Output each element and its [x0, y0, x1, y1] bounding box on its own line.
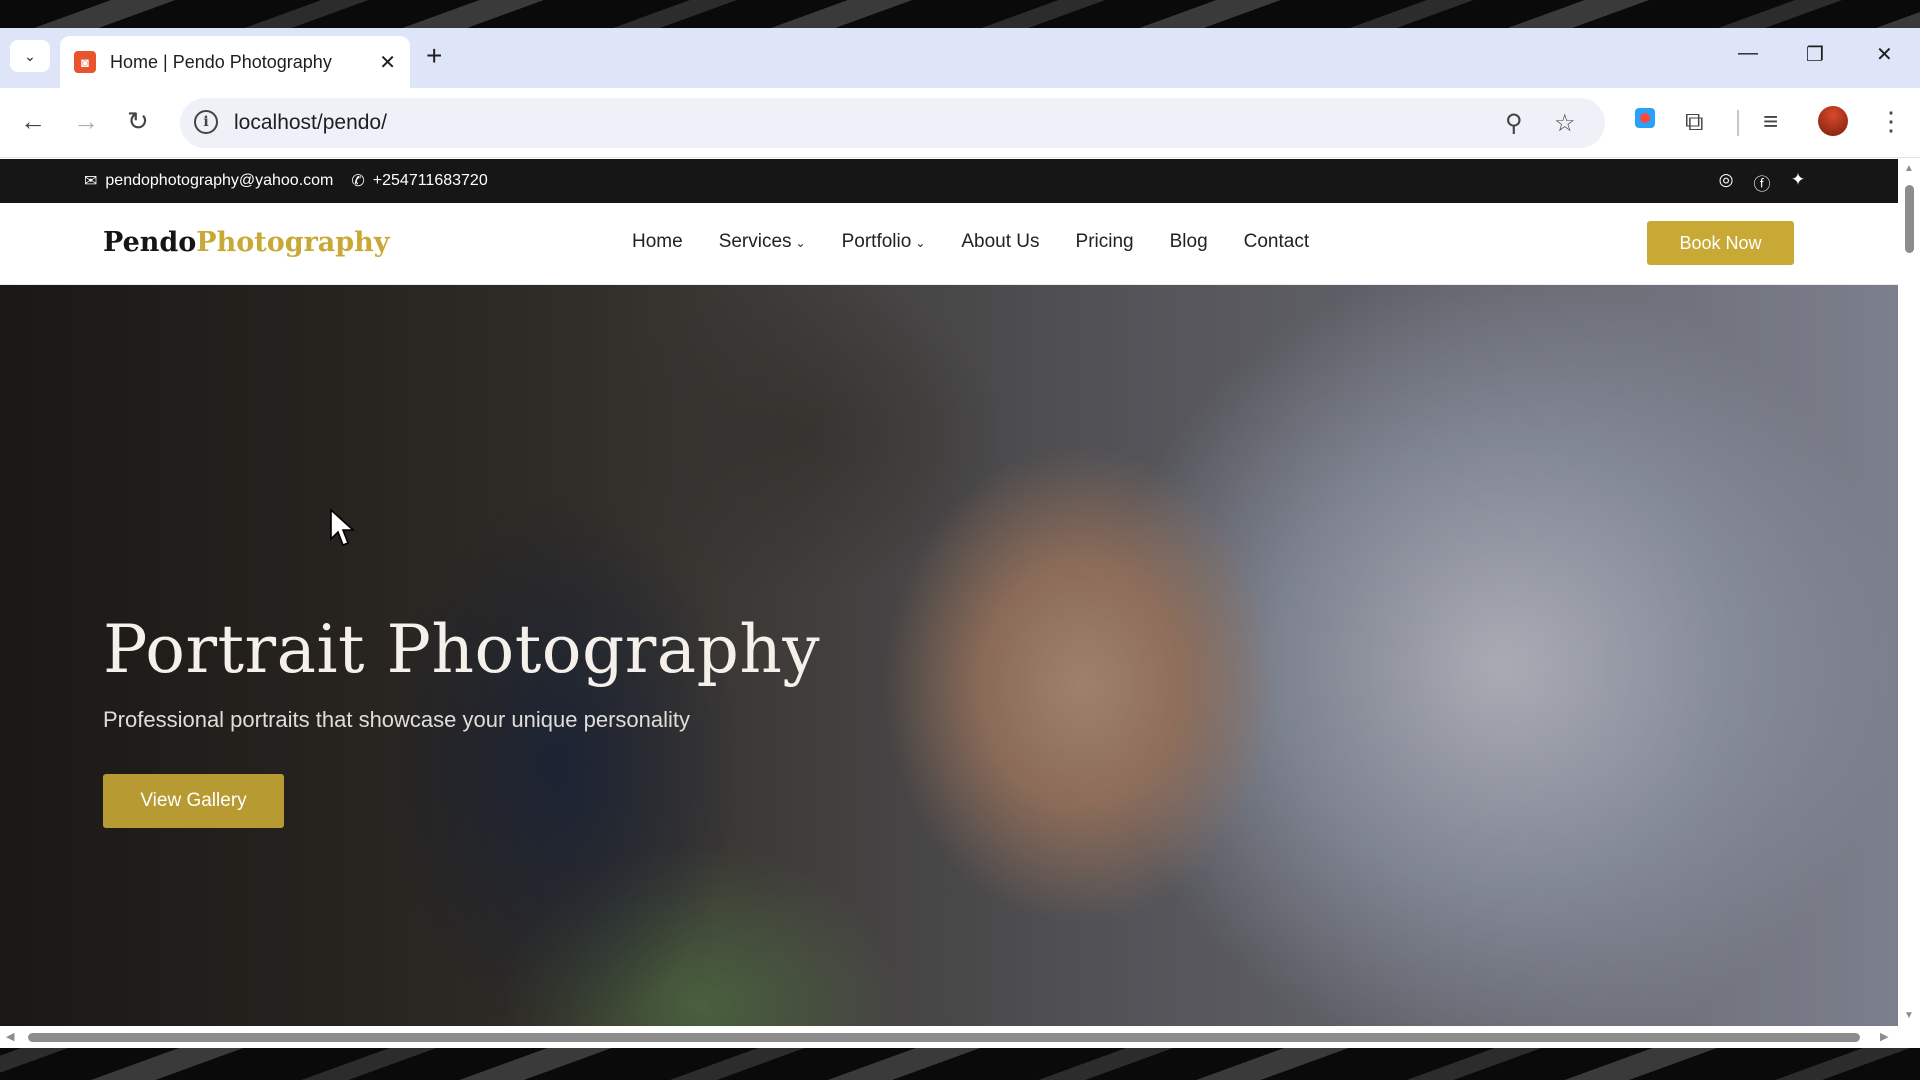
page-viewport: ✉ pendophotography@yahoo.com ✆ +25471168… [0, 159, 1898, 1026]
nav-portfolio[interactable]: Portfolio ⌄ [842, 231, 926, 253]
logo-part2: Photography [196, 227, 390, 258]
chevron-down-icon: ⌄ [795, 236, 806, 250]
close-window-icon[interactable]: ✕ [1876, 42, 1893, 67]
scroll-down-arrow-icon[interactable]: ▼ [1904, 1010, 1914, 1021]
restore-icon[interactable]: ❐ [1806, 42, 1824, 67]
back-icon[interactable]: ← [20, 108, 46, 134]
bookmark-star-icon[interactable]: ☆ [1554, 109, 1576, 138]
horizontal-scroll-thumb[interactable] [28, 1033, 1860, 1042]
hero-content: Portrait Photography Professional portra… [103, 611, 820, 828]
hero-title: Portrait Photography [103, 611, 821, 688]
main-menu: Home Services ⌄ Portfolio ⌄ About Us Prici… [632, 231, 1309, 253]
scroll-right-arrow-icon[interactable]: ▶ [1880, 1030, 1888, 1043]
profile-avatar[interactable] [1818, 106, 1848, 136]
nav-pricing[interactable]: Pricing [1076, 231, 1134, 253]
mouse-cursor-icon [330, 509, 356, 547]
close-tab-icon[interactable]: ✕ [379, 50, 396, 75]
facebook-icon[interactable]: ⓕ [1752, 170, 1772, 195]
extension-icon[interactable] [1635, 108, 1655, 128]
reload-icon[interactable]: ↻ [127, 108, 149, 134]
nav-contact[interactable]: Contact [1244, 231, 1309, 253]
url-text[interactable]: localhost/pendo/ [234, 111, 387, 135]
browser-window: ⌄ ◙ Home | Pendo Photography ✕ + — ❐ ✕ ←… [0, 28, 1920, 1048]
nav-blog[interactable]: Blog [1170, 231, 1208, 253]
menu-kebab-icon[interactable]: ⋮ [1878, 108, 1904, 134]
nav-services[interactable]: Services ⌄ [719, 231, 806, 253]
nav-home[interactable]: Home [632, 231, 683, 253]
nav-about[interactable]: About Us [961, 231, 1039, 253]
nav-services-label: Services [718, 231, 792, 252]
scroll-left-arrow-icon[interactable]: ◀ [6, 1030, 14, 1043]
site-info-icon[interactable]: i [194, 110, 218, 134]
site-navbar: PendoPhotography Home Services ⌄ Portfoli… [0, 203, 1898, 285]
site-logo[interactable]: PendoPhotography [103, 227, 390, 258]
tab-strip: ⌄ ◙ Home | Pendo Photography ✕ + — ❐ ✕ [0, 28, 1920, 88]
logo-part1: Pendo [103, 227, 197, 258]
vertical-scrollbar[interactable]: ▲ ▼ [1898, 159, 1920, 1026]
address-bar[interactable]: i localhost/pendo/ ⚲ ☆ [180, 98, 1605, 148]
view-gallery-button[interactable]: View Gallery [103, 774, 284, 828]
toolbar-divider [1737, 110, 1739, 136]
new-tab-button[interactable]: + [426, 42, 442, 70]
book-now-button[interactable]: Book Now [1647, 221, 1794, 265]
nav-portfolio-label: Portfolio [841, 231, 912, 252]
tab-title: Home | Pendo Photography [110, 51, 332, 72]
horizontal-scrollbar[interactable]: ◀ ▶ [0, 1026, 1920, 1048]
hero-banner: Portrait Photography Professional portra… [0, 285, 1898, 1026]
twitter-icon[interactable]: ✦ [1788, 170, 1808, 195]
zoom-icon[interactable]: ⚲ [1505, 109, 1523, 138]
chevron-down-icon: ⌄ [915, 236, 926, 250]
instagram-icon[interactable]: ◎ [1716, 170, 1736, 195]
phone-text: +254711683720 [372, 172, 488, 189]
envelope-icon: ✉ [84, 173, 98, 190]
vertical-scroll-thumb[interactable] [1905, 185, 1914, 253]
phone-contact[interactable]: ✆ +254711683720 [351, 171, 487, 191]
email-contact[interactable]: ✉ pendophotography@yahoo.com [84, 171, 333, 191]
contact-topbar: ✉ pendophotography@yahoo.com ✆ +25471168… [0, 159, 1898, 203]
social-links: ◎ ⓕ ✦ [1716, 170, 1808, 195]
extensions-puzzle-icon[interactable]: ⧉ [1685, 108, 1704, 134]
minimize-icon[interactable]: — [1738, 42, 1758, 65]
email-text: pendophotography@yahoo.com [105, 172, 334, 189]
browser-tab[interactable]: ◙ Home | Pendo Photography ✕ [60, 36, 410, 88]
phone-icon: ✆ [351, 173, 365, 190]
browser-toolbar: ← → ↻ i localhost/pendo/ ⚲ ☆ ⧉ ≡ ⋮ [0, 88, 1920, 158]
hero-subtitle: Professional portraits that showcase you… [103, 707, 690, 732]
tab-search-button[interactable]: ⌄ [10, 40, 50, 72]
scroll-up-arrow-icon[interactable]: ▲ [1904, 163, 1914, 174]
media-control-icon[interactable]: ≡ [1763, 108, 1778, 134]
favicon-icon: ◙ [74, 51, 96, 73]
forward-icon[interactable]: → [73, 108, 99, 134]
